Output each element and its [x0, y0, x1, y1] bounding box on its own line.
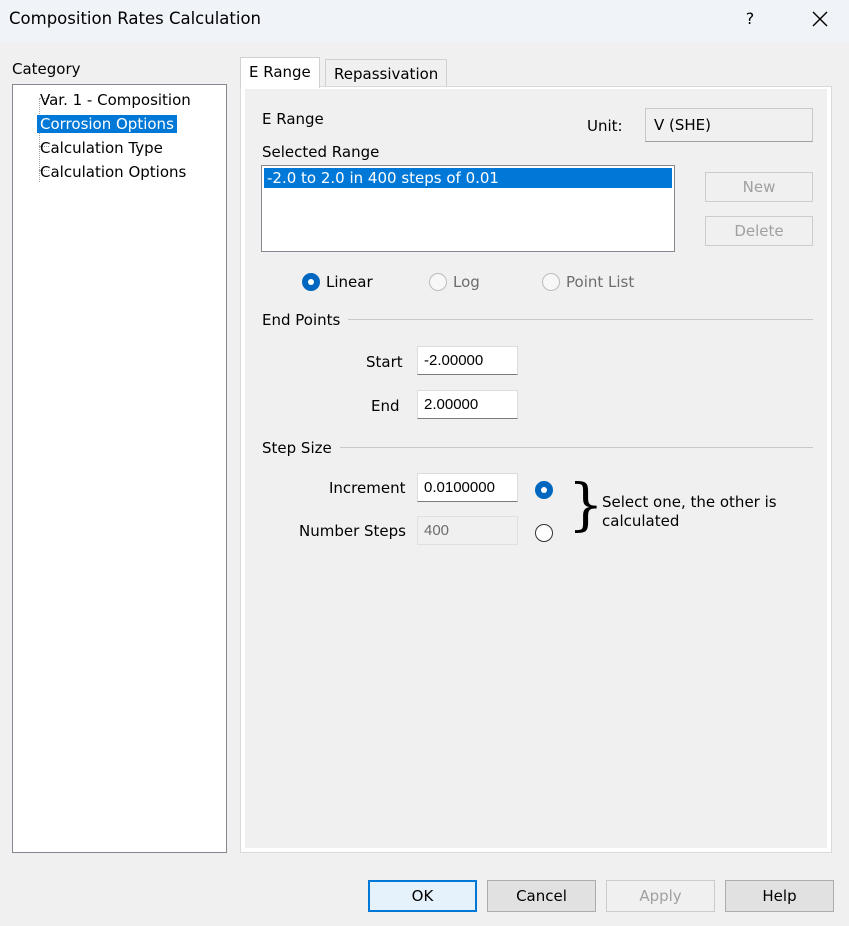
linear-radio[interactable]	[302, 273, 320, 291]
start-label: Start	[366, 353, 403, 371]
increment-input[interactable]	[417, 473, 518, 502]
selected-range-label: Selected Range	[262, 143, 380, 161]
window-title: Composition Rates Calculation	[9, 9, 262, 28]
tree-item-calculation-type[interactable]: Calculation Type	[37, 137, 166, 159]
close-icon	[812, 11, 828, 27]
list-item[interactable]: -2.0 to 2.0 in 400 steps of 0.01	[264, 168, 672, 188]
brace-icon: }	[568, 473, 604, 538]
select-one-note: Select one, the other is calculated	[602, 493, 777, 530]
group-divider	[348, 319, 813, 320]
new-button[interactable]: New	[705, 172, 813, 202]
end-points-group-label: End Points	[262, 311, 341, 329]
number-steps-radio[interactable]	[535, 524, 553, 542]
point-list-label: Point List	[566, 273, 635, 291]
tree-item-label: Corrosion Options	[37, 115, 177, 133]
start-input[interactable]	[417, 346, 518, 375]
increment-radio[interactable]	[535, 481, 553, 499]
selected-range-list[interactable]: -2.0 to 2.0 in 400 steps of 0.01	[261, 165, 675, 252]
help-button[interactable]: Help	[725, 880, 834, 912]
close-button[interactable]	[806, 6, 834, 32]
tab-e-range[interactable]: E Range	[240, 57, 320, 88]
unit-field: V (SHE)	[645, 108, 813, 142]
tree-item-label: Calculation Options	[40, 163, 187, 181]
category-label: Category	[12, 60, 81, 78]
apply-button[interactable]: Apply	[606, 880, 715, 912]
tree-item-label: Var. 1 - Composition	[40, 91, 191, 109]
tree-item-label: Calculation Type	[40, 139, 163, 157]
point-list-radio[interactable]	[542, 273, 560, 291]
tab-repassivation[interactable]: Repassivation	[325, 59, 448, 87]
tree-item-composition[interactable]: Var. 1 - Composition	[37, 89, 194, 111]
number-steps-input[interactable]	[417, 516, 518, 545]
ok-button[interactable]: OK	[368, 880, 477, 912]
linear-label: Linear	[326, 273, 373, 291]
step-size-group-label: Step Size	[262, 439, 332, 457]
category-tree[interactable]: Var. 1 - Composition Corrosion Options C…	[12, 84, 227, 853]
tree-item-calculation-options[interactable]: Calculation Options	[37, 161, 189, 183]
cancel-button[interactable]: Cancel	[487, 880, 596, 912]
help-title-button[interactable]: ?	[738, 6, 762, 32]
tree-item-corrosion-options[interactable]: Corrosion Options	[37, 113, 177, 135]
end-input[interactable]	[417, 390, 518, 419]
number-steps-label: Number Steps	[299, 522, 406, 540]
delete-button[interactable]: Delete	[705, 216, 813, 246]
group-divider	[340, 447, 813, 448]
e-range-heading: E Range	[262, 110, 324, 128]
end-label: End	[371, 397, 400, 415]
log-label: Log	[453, 273, 480, 291]
increment-label: Increment	[329, 479, 406, 497]
log-radio[interactable]	[429, 273, 447, 291]
unit-label: Unit:	[587, 117, 623, 135]
